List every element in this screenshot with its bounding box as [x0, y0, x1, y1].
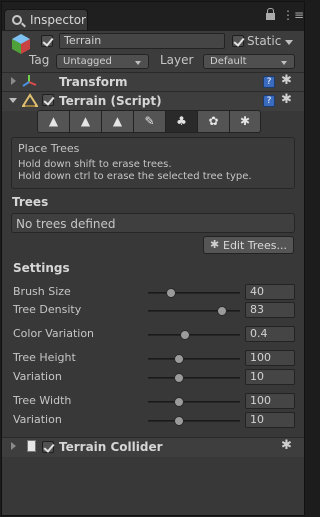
document-icon: [27, 440, 36, 452]
setting-slider-thumb[interactable]: [174, 397, 184, 407]
object-name-input[interactable]: Terrain: [59, 33, 225, 49]
static-checkbox[interactable]: [232, 35, 244, 47]
transform-foldout-icon[interactable]: [11, 77, 20, 85]
setting-slider-thumb[interactable]: [166, 288, 176, 298]
settings-gear-icon[interactable]: ✱: [281, 93, 292, 106]
settings-gear-icon[interactable]: ✱: [281, 439, 292, 452]
setting-slider-track[interactable]: [148, 334, 240, 336]
setting-label: Tree Height: [13, 351, 76, 364]
paint-texture-tool-icon: ✎: [144, 114, 155, 128]
transform-icon: [22, 75, 37, 87]
paint-texture-tool-button[interactable]: ✎: [133, 110, 165, 133]
terrain-collider-enabled-checkbox[interactable]: [42, 441, 54, 453]
setting-value-field[interactable]: 10: [245, 369, 295, 385]
setting-slider-thumb[interactable]: [217, 306, 227, 316]
transform-title: Transform: [59, 75, 128, 89]
setting-slider-thumb[interactable]: [174, 416, 184, 426]
place-trees-tool-icon: ♣: [176, 114, 187, 128]
edit-trees-button[interactable]: ✱ Edit Trees...: [203, 236, 294, 254]
active-checkbox[interactable]: [41, 35, 53, 47]
raise-lower-tool-button[interactable]: ▲: [37, 110, 69, 133]
setting-value-field[interactable]: 10: [245, 412, 295, 428]
setting-label: Variation: [13, 413, 62, 426]
setting-slider-track[interactable]: [148, 401, 240, 403]
settings-tool-button[interactable]: ✱: [229, 110, 261, 133]
trees-section-header: Trees: [12, 195, 49, 209]
setting-value-field[interactable]: 83: [245, 302, 295, 318]
gameobject-icon: [12, 34, 30, 54]
setting-slider-thumb[interactable]: [174, 373, 184, 383]
terrain-script-enabled-checkbox[interactable]: [42, 94, 54, 106]
help-icon[interactable]: ?: [263, 76, 275, 88]
terrain-collider-title: Terrain Collider: [59, 440, 163, 454]
setting-label: Tree Width: [13, 394, 72, 407]
setting-slider-track[interactable]: [148, 292, 240, 294]
smooth-height-tool-button[interactable]: ▲: [101, 110, 133, 133]
terrain-script-title: Terrain (Script): [59, 94, 162, 108]
tab-inspector[interactable]: Inspector: [4, 9, 88, 30]
paint-details-tool-icon: ✿: [208, 114, 219, 128]
place-trees-tool-button[interactable]: ♣: [165, 110, 197, 133]
smooth-height-tool-icon: ▲: [112, 114, 123, 128]
setting-slider-track[interactable]: [148, 420, 240, 422]
script-icon: [22, 93, 38, 107]
lock-icon-body[interactable]: [266, 13, 275, 20]
setting-label: Tree Density: [13, 303, 82, 316]
setting-label: Variation: [13, 370, 62, 383]
raise-lower-tool-icon: ▲: [48, 114, 59, 128]
setting-label: Brush Size: [13, 285, 71, 298]
setting-label: Color Variation: [13, 327, 95, 340]
tool-info-box: Place Trees Hold down shift to erase tre…: [11, 137, 295, 189]
settings-tool-icon: ✱: [239, 114, 251, 128]
tag-label: Tag: [29, 53, 50, 67]
setting-value-field[interactable]: 100: [245, 393, 295, 409]
terrain-tool-toolbar: ▲ ▲ ▲ ✎ ♣ ✿ ✱: [37, 110, 261, 133]
setting-slider-track[interactable]: [148, 358, 240, 360]
settings-gear-icon[interactable]: ✱: [281, 74, 292, 87]
setting-slider-thumb[interactable]: [174, 354, 184, 364]
setting-value-field[interactable]: 40: [245, 284, 295, 300]
setting-slider-track[interactable]: [148, 377, 240, 379]
terrain-collider-foldout-icon[interactable]: [11, 442, 20, 450]
tool-info-line: Hold down shift to erase trees.: [18, 159, 172, 170]
tag-dropdown[interactable]: Untagged: [56, 54, 149, 69]
inspector-icon: [12, 15, 22, 25]
terrain-script-foldout-icon[interactable]: [9, 98, 17, 107]
help-icon[interactable]: ?: [263, 95, 275, 107]
static-label: Static: [247, 34, 282, 48]
setting-value-field[interactable]: 0.4: [245, 326, 295, 342]
static-dropdown-icon[interactable]: [285, 40, 293, 49]
paint-height-tool-icon: ▲: [80, 114, 91, 128]
tree-list[interactable]: No trees defined: [11, 213, 295, 233]
layer-dropdown[interactable]: Default: [203, 54, 295, 69]
setting-slider-thumb[interactable]: [180, 330, 190, 340]
gear-icon: ✱: [210, 238, 220, 251]
tree-list-empty-text: No trees defined: [16, 217, 116, 231]
tool-info-line: Hold down ctrl to erase the selected tre…: [18, 171, 252, 182]
tool-info-title: Place Trees: [18, 142, 80, 155]
edit-trees-label: Edit Trees...: [223, 239, 287, 252]
setting-value-field[interactable]: 100: [245, 350, 295, 366]
menu-icon[interactable]: ⋮≡: [282, 9, 304, 21]
settings-section-header: Settings: [13, 261, 70, 275]
paint-height-tool-button[interactable]: ▲: [69, 110, 101, 133]
transform-component-header[interactable]: [2, 72, 304, 92]
tab-inspector-label: Inspector: [30, 13, 86, 27]
paint-details-tool-button[interactable]: ✿: [197, 110, 229, 133]
layer-label: Layer: [160, 53, 194, 67]
